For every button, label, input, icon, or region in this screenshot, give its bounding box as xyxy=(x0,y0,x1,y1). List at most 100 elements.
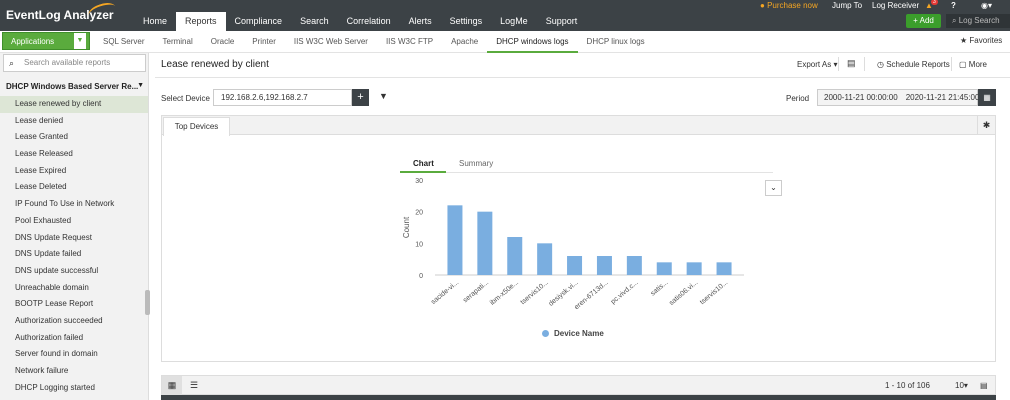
legend-label: Device Name xyxy=(554,329,604,338)
add-device-button[interactable]: + xyxy=(352,89,369,106)
caret-down-icon: ▾ xyxy=(963,381,968,390)
select-device-input[interactable]: 192.168.2.6,192.168.2.7 xyxy=(213,89,352,106)
sidebar-item[interactable]: Network failure xyxy=(0,363,148,380)
tab-iis-w3c-web-server[interactable]: IIS W3C Web Server xyxy=(285,31,377,53)
sidebar-item[interactable]: Lease Deleted xyxy=(0,179,148,196)
page-title: Lease renewed by client xyxy=(161,59,269,70)
schedule-reports-button[interactable]: ◷ Schedule Reports xyxy=(877,60,950,69)
sidebar-item[interactable]: DNS update successful xyxy=(0,263,148,280)
report-section-header[interactable]: DHCP Windows Based Server Re... ▼ xyxy=(6,82,144,91)
sidebar-item[interactable]: DNS Update failed xyxy=(0,246,148,263)
nav-item-compliance[interactable]: Compliance xyxy=(226,12,292,31)
log-receiver-link[interactable]: Log Receiver xyxy=(872,1,919,10)
sidebar-collapse-handle[interactable] xyxy=(145,290,150,315)
period-range-input[interactable]: 2000-11-21 00:00:00 2020-11-21 21:45:00 xyxy=(817,89,980,106)
chart-legend[interactable]: Device Name xyxy=(542,329,604,338)
nav-item-search[interactable]: Search xyxy=(291,12,338,31)
bar-0 xyxy=(447,205,463,275)
sidebar-item[interactable]: Lease Released xyxy=(0,146,148,163)
chevron-down-icon: ▼ xyxy=(137,82,144,89)
sidebar-item[interactable]: DHCP Logging started xyxy=(0,380,148,397)
top-navigation-bar: EventLog Analyzer Home Reports Compliance S… xyxy=(0,0,1010,31)
sidebar-item[interactable]: Server found in domain xyxy=(0,346,148,363)
notification-count-badge: 3 xyxy=(931,0,938,5)
jump-to-link[interactable]: Jump To xyxy=(832,1,862,10)
y-tick-label: 0 xyxy=(419,273,423,280)
tab-oracle[interactable]: Oracle xyxy=(202,31,244,53)
main-nav: Home Reports Compliance Search Correlation Al… xyxy=(134,12,586,31)
period-from: 2000-11-21 00:00:00 xyxy=(824,93,898,102)
column-settings-icon[interactable]: ▤ xyxy=(980,376,988,395)
sidebar-item[interactable]: Authorization succeeded xyxy=(0,313,148,330)
sidebar-item[interactable]: Lease Expired xyxy=(0,163,148,180)
nav-item-settings[interactable]: Settings xyxy=(441,12,492,31)
sidebar-item[interactable]: DNS Update Request xyxy=(0,230,148,247)
sidebar-item[interactable]: Pool Exhausted xyxy=(0,213,148,230)
nav-item-home[interactable]: Home xyxy=(134,12,176,31)
tab-terminal[interactable]: Terminal xyxy=(154,31,202,53)
more-button[interactable]: ▢ More xyxy=(959,60,987,69)
nav-item-correlation[interactable]: Correlation xyxy=(338,12,400,31)
purchase-icon: ● xyxy=(760,1,765,10)
bar-7 xyxy=(656,262,672,275)
report-list: Lease renewed by client Lease denied Lease… xyxy=(0,96,148,396)
tab-iis-w3c-ftp[interactable]: IIS W3C FTP xyxy=(377,31,442,53)
favorites-button[interactable]: ★ Favorites xyxy=(960,36,1002,45)
gear-icon[interactable]: ✱ xyxy=(977,116,995,135)
y-tick-label: 10 xyxy=(415,241,423,248)
tab-top-devices[interactable]: Top Devices xyxy=(163,117,230,136)
tab-printer[interactable]: Printer xyxy=(243,31,285,53)
sidebar-item[interactable]: Lease Granted xyxy=(0,129,148,146)
bar-8 xyxy=(686,262,702,275)
sidebar-item[interactable]: IP Found To Use in Network xyxy=(0,196,148,213)
tab-apache[interactable]: Apache xyxy=(442,31,487,53)
sidebar-item[interactable]: Lease renewed by client xyxy=(0,96,148,113)
log-search-input[interactable]: ⌕ Log Search xyxy=(946,14,1010,28)
nav-item-support[interactable]: Support xyxy=(537,12,587,31)
sidebar-item[interactable]: Authorization failed xyxy=(0,330,148,347)
bar-2 xyxy=(507,237,523,275)
sidebar-item[interactable]: Lease denied xyxy=(0,113,148,130)
divider xyxy=(864,57,865,71)
applications-dropdown[interactable]: Applications ▼ xyxy=(2,32,90,50)
sidebar-item[interactable]: BOOTP Lease Report xyxy=(0,296,148,313)
per-page-select[interactable]: 10▾ xyxy=(955,376,968,395)
application-tabs: SQL Server Terminal Oracle Printer IIS W3C W… xyxy=(94,31,654,53)
add-button[interactable]: + Add xyxy=(906,14,941,28)
tab-chart[interactable]: Chart xyxy=(413,159,434,168)
report-search-input[interactable]: ⌕ Search available reports xyxy=(3,54,146,72)
tab-dhcp-linux-logs[interactable]: DHCP linux logs xyxy=(578,31,654,53)
x-tick-label: sacide-vi... xyxy=(430,279,460,306)
nav-item-reports[interactable]: Reports xyxy=(176,12,226,31)
legend-swatch xyxy=(542,330,549,337)
tab-summary[interactable]: Summary xyxy=(459,159,493,168)
search-icon: ⌕ xyxy=(9,58,15,68)
export-as-dropdown[interactable]: Export As ▾ xyxy=(797,60,838,69)
report-pdf-icon[interactable]: ▤ xyxy=(847,58,856,69)
y-tick-label: 20 xyxy=(415,210,423,217)
chart-options-chevron-down-icon[interactable]: ⌄ xyxy=(765,180,782,196)
panel-header: Top Devices ✱ xyxy=(162,116,995,136)
caret-down-icon: ▾ xyxy=(833,60,838,69)
x-tick-label: tservis10... xyxy=(699,279,729,306)
calendar-icon[interactable]: ▦ xyxy=(978,89,996,106)
purchase-link[interactable]: ● Purchase now xyxy=(760,1,818,10)
period-to: 2020-11-21 21:45:00 xyxy=(905,93,980,102)
filter-icon[interactable]: ▼ xyxy=(379,91,388,101)
divider xyxy=(155,77,1010,78)
nav-item-alerts[interactable]: Alerts xyxy=(400,12,441,31)
tab-sql-server[interactable]: SQL Server xyxy=(94,31,154,53)
grid-view-icon[interactable]: ▦ xyxy=(162,376,182,395)
sidebar-item[interactable]: Unreachable domain xyxy=(0,280,148,297)
notifications-button[interactable]: ▲ 3 xyxy=(925,0,938,12)
user-icon[interactable]: ◉▾ xyxy=(981,1,992,10)
tab-dhcp-windows-logs[interactable]: DHCP windows logs xyxy=(487,31,578,53)
chevron-down-icon: ▼ xyxy=(74,33,86,49)
bar-9 xyxy=(716,262,732,275)
help-icon[interactable]: ? xyxy=(951,1,956,10)
list-view-icon[interactable]: ☰ xyxy=(186,376,202,395)
x-tick-label: ibm-x50e... xyxy=(489,279,520,307)
top-devices-bar-chart: 0 10 20 30 Count sacide-vi... serapati...ibm-x… xyxy=(402,178,744,311)
nav-item-logme[interactable]: LogMe xyxy=(491,12,537,31)
y-tick-label: 30 xyxy=(415,178,423,185)
